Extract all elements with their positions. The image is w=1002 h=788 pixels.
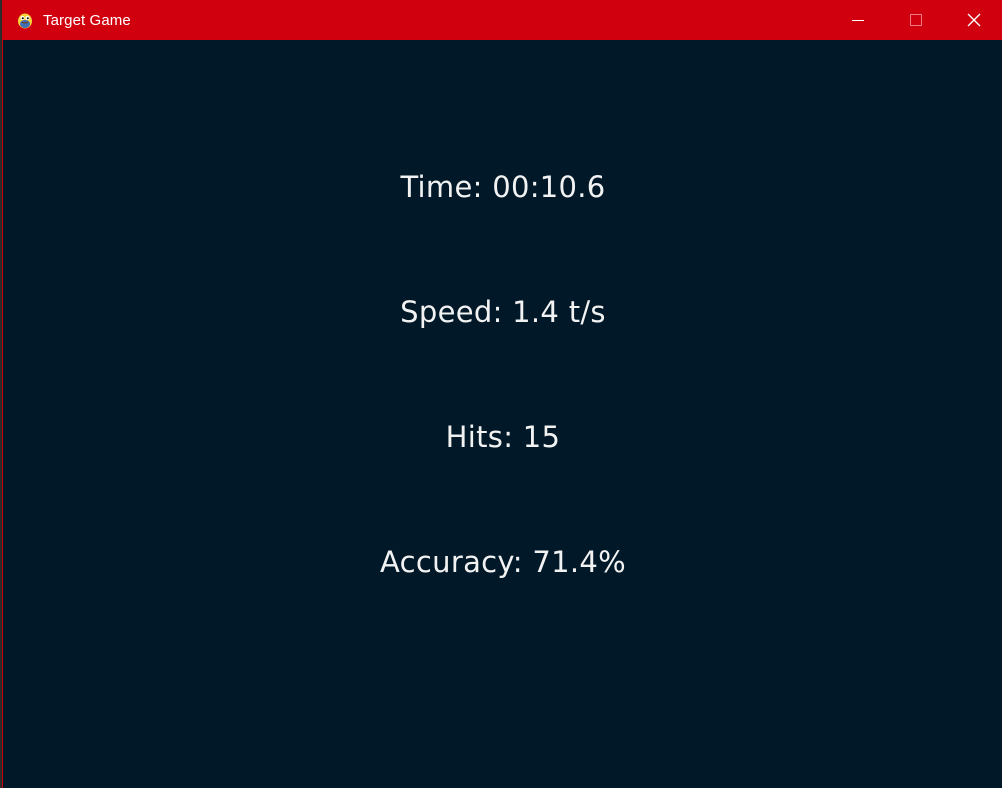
hits-stat: Hits: 15 bbox=[445, 420, 561, 454]
accuracy-stat: Accuracy: 71.4% bbox=[380, 545, 626, 579]
game-canvas[interactable]: Time: 00:10.6 Speed: 1.4 t/s Hits: 15 Ac… bbox=[3, 40, 1002, 788]
title-bar[interactable]: Target Game bbox=[3, 0, 1002, 40]
close-icon bbox=[967, 13, 981, 27]
window-controls bbox=[829, 0, 1002, 40]
window-title: Target Game bbox=[43, 11, 131, 29]
game-window: Target Game Time: 00:10.6 Speed: 1.4 t/s… bbox=[2, 0, 1002, 788]
minimize-button[interactable] bbox=[829, 0, 887, 40]
minimize-icon bbox=[852, 20, 864, 21]
time-stat: Time: 00:10.6 bbox=[400, 170, 606, 204]
close-button[interactable] bbox=[945, 0, 1002, 40]
maximize-button[interactable] bbox=[887, 0, 945, 40]
maximize-icon bbox=[910, 14, 922, 26]
python-snake-icon bbox=[15, 10, 35, 30]
speed-stat: Speed: 1.4 t/s bbox=[400, 295, 606, 329]
